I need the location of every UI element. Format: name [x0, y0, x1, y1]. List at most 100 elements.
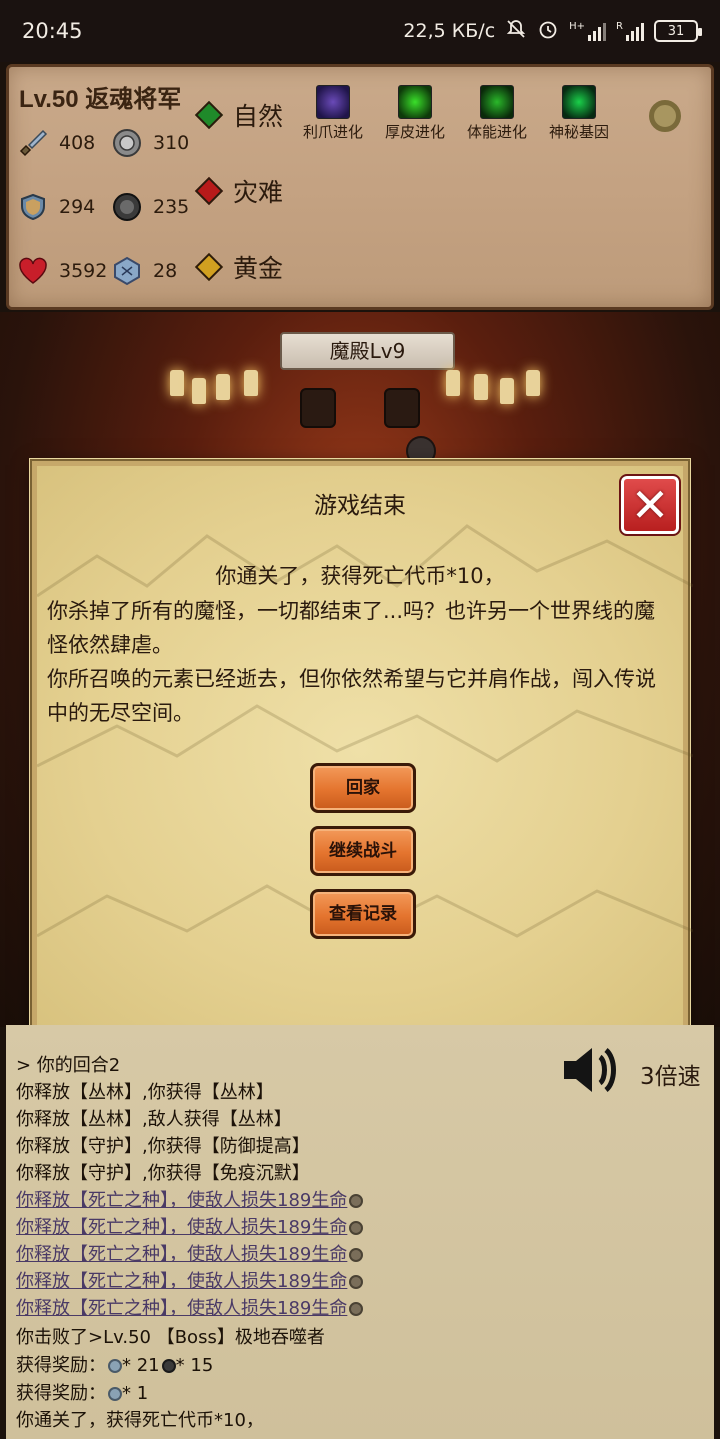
attack-value: 408: [59, 132, 96, 154]
red-gem-icon: [194, 176, 224, 206]
mystery-gene-icon: [562, 85, 596, 119]
log-link-line[interactable]: 你释放【死亡之种】，使敌人损失189生命: [16, 1186, 364, 1212]
element-disaster[interactable]: 灾难: [194, 173, 283, 209]
continue-battle-button[interactable]: 继续战斗: [310, 826, 416, 876]
element-gold-label: 黄金: [233, 254, 284, 283]
log-link-text: 你释放【死亡之种】，使敌人损失189生命: [16, 1190, 348, 1211]
health-stat: 3592: [17, 255, 107, 287]
green-gem-icon: [194, 100, 224, 130]
speaker-icon[interactable]: [558, 1041, 618, 1099]
evo-stamina[interactable]: 体能进化: [457, 85, 537, 142]
yellow-gem-icon: [194, 252, 224, 282]
coin-icon: [349, 1275, 364, 1289]
attack-stat: 408: [17, 127, 95, 159]
dialog-lead-text: 你通关了，获得死亡代币*10，: [215, 564, 505, 588]
reward-label: 获得奖励：: [16, 1355, 106, 1376]
player-level-title: Lv.50 返魂将军: [19, 86, 182, 113]
net-speed: 22,5 КБ/с: [403, 20, 496, 42]
evo-thick-skin-label: 厚皮进化: [384, 123, 445, 141]
log-link-text: 你释放【死亡之种】，使敌人损失189生命: [16, 1298, 348, 1319]
rune-stat: 28: [111, 255, 177, 287]
dialog-paragraph: 你杀掉了所有的魔怪，一切都结束了...吗？也许另一个世界线的魔怪依然肆虐。: [47, 599, 656, 657]
candle: [474, 374, 488, 400]
candle: [216, 374, 230, 400]
empty-slot-ring-icon[interactable]: [649, 100, 681, 132]
dialog-body: 你杀掉了所有的魔怪，一切都结束了...吗？也许另一个世界线的魔怪依然肆虐。 你所…: [47, 594, 675, 730]
evo-mystery-gene[interactable]: 神秘基因: [539, 85, 619, 142]
log-line: > 你的回合2: [16, 1055, 121, 1076]
battery-icon: 31: [654, 20, 702, 42]
shield-icon: [17, 191, 49, 223]
signal-r-icon: R: [616, 21, 644, 41]
status-icons: 22,5 КБ/с H+ R 31: [403, 18, 702, 45]
clock: 20:45: [22, 19, 83, 43]
mute-bell-icon: [505, 18, 527, 45]
stamina-evolution-icon: [480, 85, 514, 119]
defense-value: 294: [59, 196, 96, 218]
player-stat-panel: Lv.50 返魂将军 408 310 294 235 3592 28 自然 灾难…: [6, 64, 714, 310]
reward-amount: * 1: [122, 1383, 149, 1404]
reward-amount: * 15: [175, 1355, 214, 1376]
health-value: 3592: [59, 260, 108, 282]
coin-icon: [349, 1221, 364, 1235]
log-line: 你击败了>Lv.50 【Boss】极地吞噬者: [16, 1327, 325, 1348]
home-button[interactable]: 回家: [310, 763, 416, 813]
reward-label: 获得奖励：: [16, 1383, 106, 1404]
candle: [446, 370, 460, 396]
blue-rune-icon: [108, 1387, 122, 1401]
defense-stat: 294: [17, 191, 95, 223]
candle: [170, 370, 184, 396]
log-line: 你释放【守护】,你获得【免疫沉默】: [16, 1163, 310, 1184]
log-line: 你释放【守护】,你获得【防御提高】: [16, 1136, 310, 1157]
candle: [500, 378, 514, 404]
ink-mountain-texture: [37, 524, 693, 938]
dark-coin-icon: [111, 191, 143, 223]
coin-icon: [349, 1302, 364, 1316]
dialog-paragraph: 你所召唤的元素已经逝去，但你依然希望与它并肩作战，闯入传说中的无尽空间。: [47, 667, 656, 725]
battle-log-panel[interactable]: 3倍速 > 你的回合2 你释放【丛林】,你获得【丛林】 你释放【丛林】,敌人获得…: [6, 1025, 714, 1439]
dark-coin-icon: [161, 1359, 176, 1373]
blue-rune-icon: [111, 255, 143, 287]
dialog-title: 游戏结束: [314, 493, 406, 519]
reward-amount: * 21: [122, 1355, 160, 1376]
element-gold[interactable]: 黄金: [194, 249, 284, 285]
element-nature[interactable]: 自然: [194, 97, 284, 133]
round-coin-stat: 310: [111, 127, 189, 159]
reward-line: 获得奖励： * 21 * 15: [16, 1351, 213, 1377]
coin-icon: [349, 1248, 364, 1262]
view-records-button[interactable]: 查看记录: [310, 889, 416, 939]
log-line: 你释放【丛林】,敌人获得【丛林】: [16, 1109, 292, 1130]
status-bar: 20:45 22,5 КБ/с H+ R 31: [0, 0, 720, 62]
log-link-text: 你释放【死亡之种】，使敌人损失189生命: [16, 1271, 348, 1292]
evo-thick-skin[interactable]: 厚皮进化: [375, 85, 455, 142]
log-line: 你释放【丛林】,你获得【丛林】: [16, 1082, 274, 1103]
round-shield-coin-icon: [111, 127, 143, 159]
claw-evolution-icon: [316, 85, 350, 119]
log-line: 你通关了，获得死亡代币*10，: [16, 1410, 264, 1431]
element-nature-label: 自然: [233, 102, 284, 131]
evo-claw[interactable]: 利爪进化: [293, 85, 373, 142]
altar-pillar: [300, 388, 336, 428]
sword-icon: [17, 127, 49, 159]
log-link-line[interactable]: 你释放【死亡之种】，使敌人损失189生命: [16, 1240, 364, 1266]
candle: [192, 378, 206, 404]
close-button[interactable]: ✕: [619, 474, 681, 536]
candle: [526, 370, 540, 396]
dark-coin-value: 235: [153, 196, 190, 218]
stage-banner: 魔殿Lv9: [280, 332, 455, 370]
altar-pillar: [384, 388, 420, 428]
log-link-line[interactable]: 你释放【死亡之种】，使敌人损失189生命: [16, 1213, 364, 1239]
thick-skin-evolution-icon: [398, 85, 432, 119]
rune-value: 28: [153, 260, 178, 282]
signal-h-plus-icon: H+: [569, 21, 607, 41]
log-link-line[interactable]: 你释放【死亡之种】，使敌人损失189生命: [16, 1294, 364, 1320]
reward-line: 获得奖励： * 1: [16, 1379, 148, 1405]
log-link-line[interactable]: 你释放【死亡之种】，使敌人损失189生命: [16, 1267, 364, 1293]
dark-coin-stat: 235: [111, 191, 189, 223]
alarm-icon: [537, 18, 559, 45]
log-link-text: 你释放【死亡之种】，使敌人损失189生命: [16, 1217, 348, 1238]
game-over-dialog: 游戏结束 ✕ 你通关了，获得死亡代币*10， 你杀掉了所有的魔怪，一切都结束了.…: [30, 459, 693, 1038]
round-coin-value: 310: [153, 132, 190, 154]
speed-toggle[interactable]: 3倍速: [640, 1057, 701, 1091]
coin-icon: [349, 1194, 364, 1208]
